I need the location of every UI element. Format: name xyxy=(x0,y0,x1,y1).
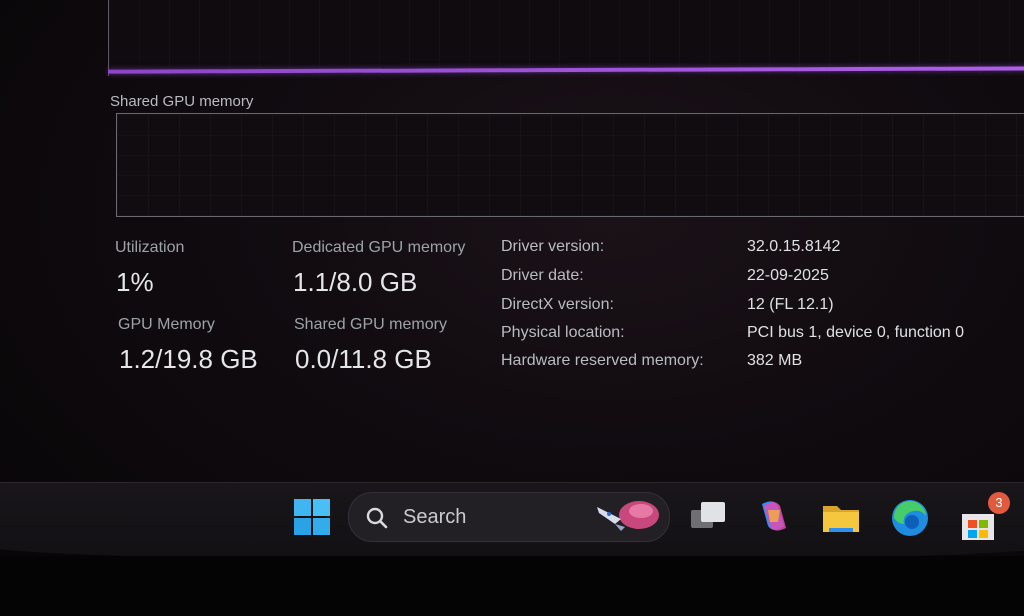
physical-location-value: PCI bus 1, device 0, function 0 xyxy=(747,324,965,341)
driver-version-key: Driver version: xyxy=(501,238,605,255)
dedicated-memory-label: Dedicated GPU memory xyxy=(292,239,466,256)
driver-date-value: 22-09-2025 xyxy=(747,267,829,284)
start-button[interactable] xyxy=(293,498,331,536)
reserved-memory-key: Hardware reserved memory: xyxy=(501,352,704,369)
windows-start-icon xyxy=(294,499,330,535)
search-icon xyxy=(366,507,388,529)
dedicated-memory-value: 1.1/8.0 GB xyxy=(293,267,418,297)
microsoft-store-button[interactable]: 3 xyxy=(958,492,1010,544)
store-notification-badge: 3 xyxy=(988,492,1010,514)
edge-button[interactable] xyxy=(890,498,930,538)
search-label: Search xyxy=(403,506,467,528)
copilot-icon xyxy=(762,501,786,531)
shared-graph-title: Shared GPU memory xyxy=(110,93,254,110)
utilization-value: 1% xyxy=(116,267,154,297)
utilization-label: Utilization xyxy=(115,239,185,256)
taskbar-search-box[interactable]: Search xyxy=(348,492,670,542)
physical-location-key: Physical location: xyxy=(501,324,625,341)
task-view-button[interactable] xyxy=(688,496,728,536)
directx-version-key: DirectX version: xyxy=(501,296,614,313)
shared-memory-graph xyxy=(116,113,1024,217)
gpu-memory-value: 1.2/19.8 GB xyxy=(119,344,258,374)
driver-date-key: Driver date: xyxy=(501,267,584,284)
file-explorer-button[interactable] xyxy=(821,498,861,538)
edge-icon xyxy=(892,500,928,536)
shared-memory-label: Shared GPU memory xyxy=(294,316,447,333)
search-highlight-illustration-icon xyxy=(597,501,659,531)
reserved-memory-value: 382 MB xyxy=(747,352,803,369)
dedicated-memory-graph xyxy=(108,0,1024,76)
copilot-button[interactable] xyxy=(754,496,794,536)
task-view-icon xyxy=(691,502,725,528)
shared-memory-value: 0.0/11.8 GB xyxy=(295,344,432,374)
directx-version-value: 12 (FL 12.1) xyxy=(747,296,834,313)
file-explorer-icon xyxy=(823,506,859,532)
monitor-bezel xyxy=(0,556,1024,616)
gpu-memory-label: GPU Memory xyxy=(118,316,215,333)
driver-version-value: 32.0.15.8142 xyxy=(747,238,841,255)
